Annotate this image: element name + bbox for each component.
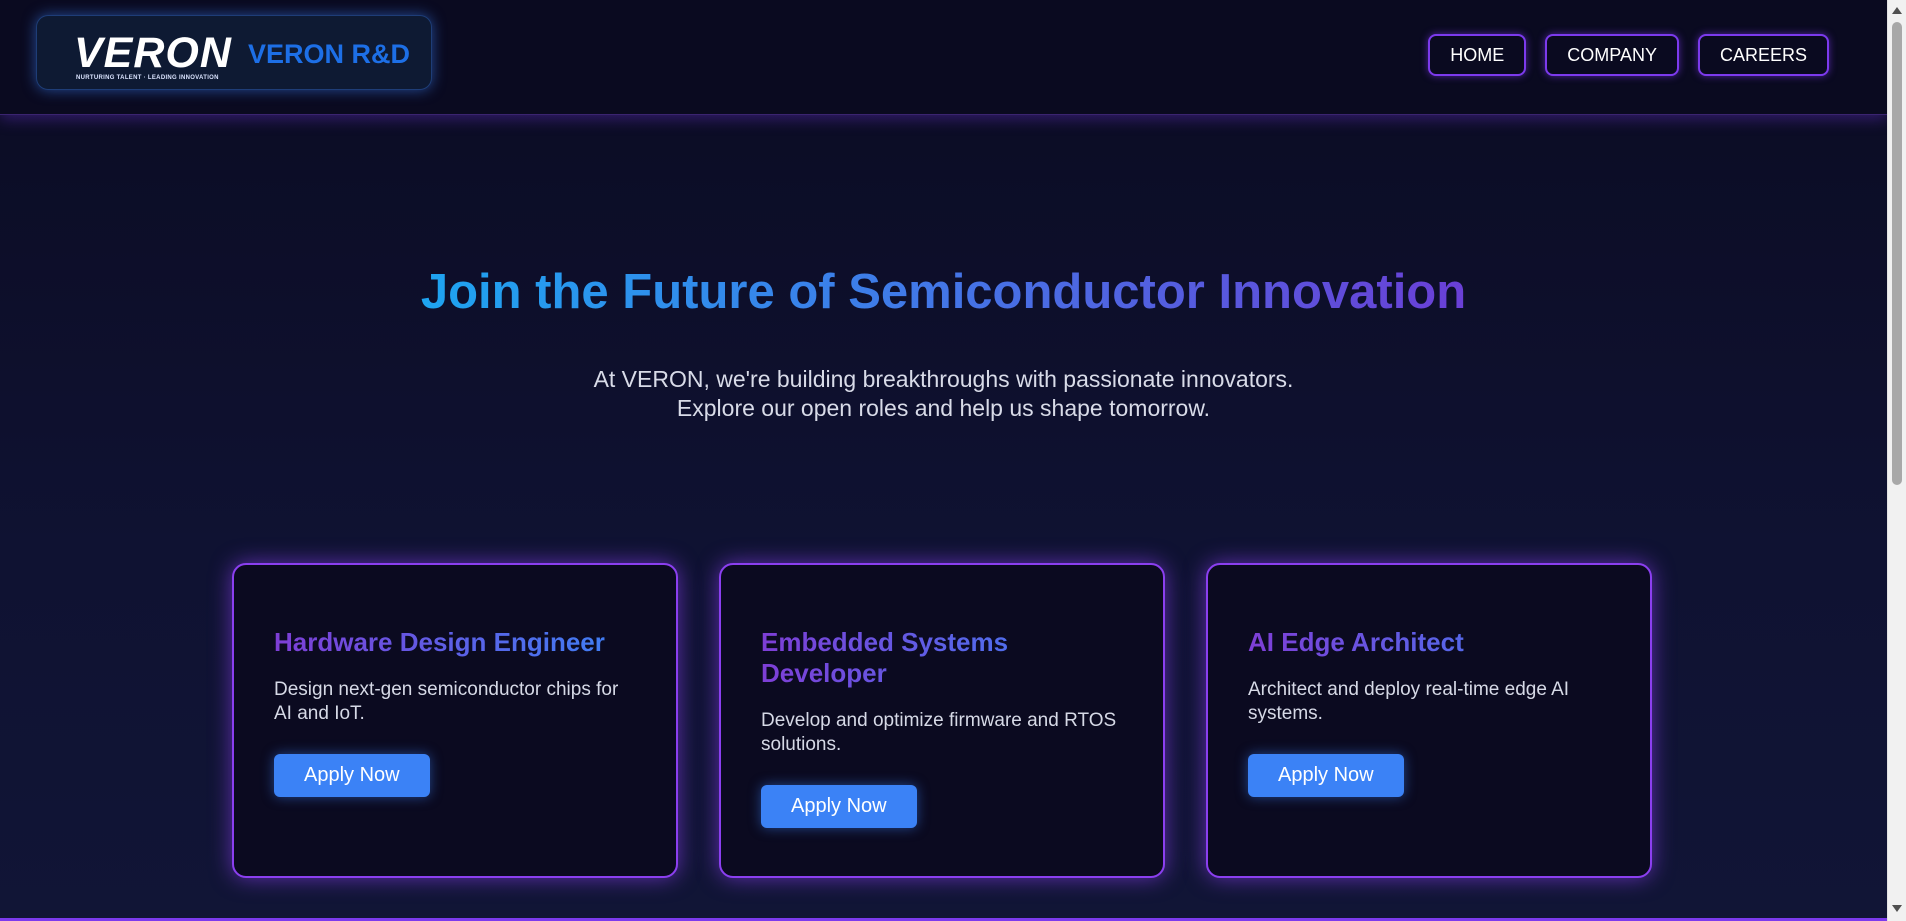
veron-logo: VERON NURTURING TALENT · LEADING INNOVAT…: [74, 29, 234, 81]
job-title: AI Edge Architect: [1248, 627, 1610, 658]
vertical-scrollbar[interactable]: [1887, 0, 1906, 921]
careers-page: VERON NURTURING TALENT · LEADING INNOVAT…: [0, 0, 1887, 921]
hero-title: Join the Future of Semiconductor Innovat…: [0, 264, 1887, 320]
job-title: Hardware Design Engineer: [274, 627, 636, 658]
job-card-ai-edge: AI Edge Architect Architect and deploy r…: [1206, 563, 1652, 878]
job-description: Develop and optimize firmware and RTOS s…: [761, 710, 1117, 755]
job-cards: Hardware Design Engineer Design next-gen…: [232, 563, 1652, 878]
job-card-hardware: Hardware Design Engineer Design next-gen…: [232, 563, 678, 878]
apply-now-button[interactable]: Apply Now: [761, 785, 917, 828]
brand-logo-box[interactable]: VERON NURTURING TALENT · LEADING INNOVAT…: [36, 15, 432, 90]
job-title: Embedded Systems Developer: [761, 627, 1123, 689]
scroll-down-icon[interactable]: [1892, 905, 1902, 912]
logo-wordmark: VERON: [74, 29, 232, 77]
job-description: Architect and deploy real-time edge AI s…: [1248, 679, 1570, 724]
apply-now-button[interactable]: Apply Now: [1248, 754, 1404, 797]
logo-tagline: NURTURING TALENT · LEADING INNOVATION: [76, 75, 219, 81]
scroll-up-icon[interactable]: [1892, 7, 1902, 14]
hero-subtitle-line-2: Explore our open roles and help us shape…: [676, 395, 1211, 421]
brand-name: VERON R&D: [248, 39, 411, 69]
site-header: VERON NURTURING TALENT · LEADING INNOVAT…: [0, 0, 1887, 115]
apply-now-button[interactable]: Apply Now: [274, 754, 430, 797]
nav-home-button[interactable]: HOME: [1428, 34, 1527, 76]
job-description: Design next-gen semiconductor chips for …: [274, 679, 619, 724]
hero-subtitle: At VERON, we're building breakthroughs w…: [0, 365, 1887, 423]
nav-company-button[interactable]: COMPANY: [1545, 34, 1679, 76]
hero-subtitle-line-1: At VERON, we're building breakthroughs w…: [593, 366, 1294, 392]
main-nav: HOME COMPANY CAREERS: [1428, 34, 1829, 76]
scrollbar-thumb[interactable]: [1892, 22, 1902, 485]
nav-careers-button[interactable]: CAREERS: [1697, 34, 1829, 76]
job-card-embedded: Embedded Systems Developer Develop and o…: [719, 563, 1165, 878]
hero-title-text: Join the Future of Semiconductor Innovat…: [420, 265, 1467, 319]
